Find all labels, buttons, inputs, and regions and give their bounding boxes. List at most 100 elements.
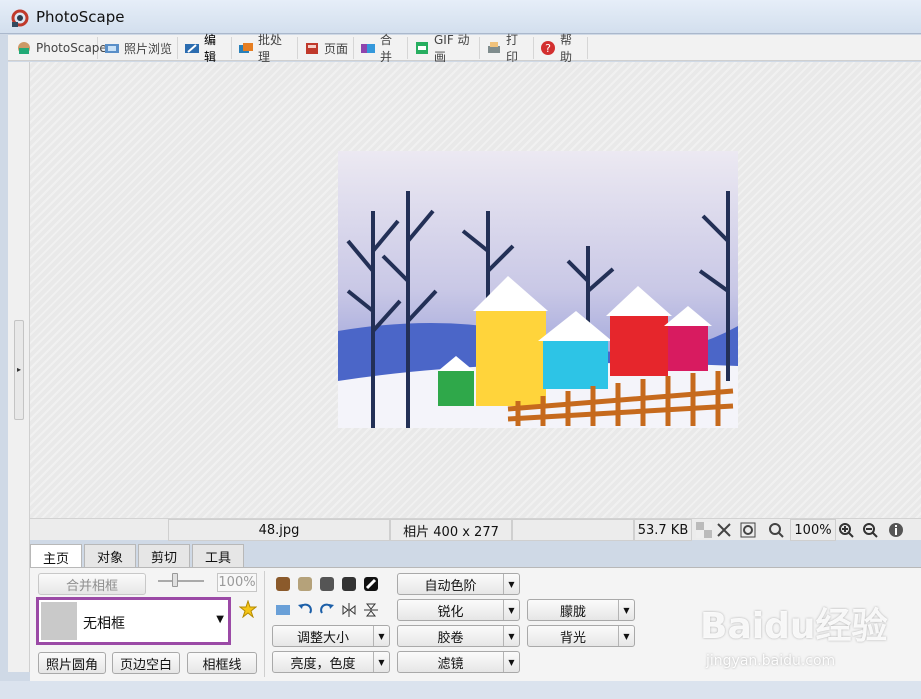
round-corner-button[interactable]: 照片圆角 bbox=[38, 652, 106, 674]
frame-preview-swatch bbox=[41, 602, 77, 640]
menu-label: 帮助 bbox=[560, 33, 573, 64]
zoom-level: 100% bbox=[790, 519, 836, 541]
svg-text:?: ? bbox=[545, 42, 551, 55]
transparency-checker-icon[interactable] bbox=[696, 522, 712, 538]
fit-screen-icon[interactable] bbox=[716, 522, 732, 538]
gif-icon bbox=[414, 40, 430, 56]
chevron-down-icon: ▼ bbox=[618, 626, 634, 646]
chevron-down-icon: ▼ bbox=[618, 600, 634, 620]
expand-arrow-icon: ▸ bbox=[17, 365, 22, 374]
status-filename: 48.jpg bbox=[168, 519, 390, 541]
help-icon: ? bbox=[540, 40, 556, 56]
sharpen-dropdown[interactable]: 锐化 ▼ bbox=[397, 599, 520, 621]
menu-label: PhotoScape bbox=[36, 41, 107, 55]
menu-label: 打印 bbox=[506, 33, 519, 64]
filter-label: 滤镜 bbox=[437, 656, 464, 672]
menu-item-photoscape[interactable]: PhotoScape bbox=[12, 37, 107, 59]
chevron-down-icon: ▼ bbox=[373, 652, 389, 672]
photoscape-logo-icon bbox=[11, 9, 29, 27]
actual-size-icon[interactable] bbox=[740, 522, 756, 538]
flip-tool-icon[interactable] bbox=[274, 601, 292, 619]
menu-label: GIF 动画 bbox=[434, 33, 470, 64]
frame-line-button[interactable]: 相框线 bbox=[187, 652, 257, 674]
watermark-url: jingyan.baidu.com bbox=[706, 653, 836, 669]
combine-icon bbox=[360, 40, 376, 56]
negative-icon[interactable] bbox=[362, 575, 380, 593]
filter-dropdown[interactable]: 滤镜 ▼ bbox=[397, 651, 520, 673]
resize-label: 调整大小 bbox=[296, 630, 349, 646]
zoom-out-icon[interactable] bbox=[862, 522, 878, 538]
merge-frame-button[interactable]: 合并相框 bbox=[38, 573, 146, 595]
backlight-label: 背光 bbox=[559, 630, 586, 646]
flip-vertical-icon[interactable] bbox=[362, 601, 380, 619]
menu-item-viewer[interactable]: 照片浏览 bbox=[100, 37, 178, 59]
brightness-dropdown[interactable]: 亮度，色度 ▼ bbox=[272, 651, 390, 673]
chevron-down-icon: ▼ bbox=[503, 626, 519, 646]
watermark-brand: Baidu经验 bbox=[700, 606, 888, 647]
chevron-down-icon: ▼ bbox=[216, 614, 224, 625]
tab-crop[interactable]: 剪切 bbox=[138, 544, 190, 568]
batch-icon bbox=[238, 40, 254, 56]
blur-label: 朦胧 bbox=[559, 604, 586, 620]
info-icon[interactable] bbox=[888, 522, 904, 538]
zoom-in-icon[interactable] bbox=[838, 522, 854, 538]
sepia-tone-icon[interactable] bbox=[274, 575, 292, 593]
frame-opacity-value: 100% bbox=[217, 573, 257, 592]
status-empty bbox=[512, 519, 634, 541]
brightness-label: 亮度，色度 bbox=[290, 656, 356, 672]
film-label: 胶卷 bbox=[437, 630, 464, 646]
chevron-down-icon: ▼ bbox=[373, 626, 389, 646]
panel-divider bbox=[264, 571, 265, 677]
margin-button[interactable]: 页边空白 bbox=[112, 652, 180, 674]
auto-level-dropdown[interactable]: 自动色阶 ▼ bbox=[397, 573, 520, 595]
menu-item-combine[interactable]: 合并 bbox=[356, 33, 408, 64]
chevron-down-icon: ▼ bbox=[503, 574, 519, 594]
sharpen-label: 锐化 bbox=[437, 604, 464, 620]
tab-home[interactable]: 主页 bbox=[30, 544, 82, 569]
menu-label: 页面 bbox=[324, 41, 349, 56]
main-menu-bar: PhotoScape 照片浏览 编辑 批处理 页面 合并 GIF 动画 打印 ?… bbox=[8, 33, 921, 64]
tab-tools[interactable]: 工具 bbox=[192, 544, 244, 568]
sidebar-toggle-handle[interactable]: ▸ bbox=[14, 320, 24, 420]
rotate-left-icon[interactable] bbox=[296, 601, 314, 619]
menu-label: 合并 bbox=[380, 33, 393, 64]
favorite-star-icon[interactable] bbox=[239, 600, 257, 618]
auto-level-label: 自动色阶 bbox=[424, 578, 477, 594]
chevron-down-icon: ▼ bbox=[503, 652, 519, 672]
menu-item-help[interactable]: ? 帮助 bbox=[536, 33, 588, 64]
dark-gray-icon[interactable] bbox=[340, 575, 358, 593]
resize-dropdown[interactable]: 调整大小 ▼ bbox=[272, 625, 390, 647]
viewer-icon bbox=[104, 40, 120, 56]
frame-opacity-slider-thumb[interactable] bbox=[172, 573, 178, 587]
flip-horizontal-icon[interactable] bbox=[340, 601, 358, 619]
film-dropdown[interactable]: 胶卷 ▼ bbox=[397, 625, 520, 647]
menu-label: 批处理 bbox=[258, 33, 283, 64]
backlight-dropdown[interactable]: 背光 ▼ bbox=[527, 625, 635, 647]
chevron-down-icon: ▼ bbox=[503, 600, 519, 620]
blur-dropdown[interactable]: 朦胧 ▼ bbox=[527, 599, 635, 621]
frame-dropdown[interactable]: 无相框 ▼ bbox=[36, 597, 231, 645]
menu-item-batch[interactable]: 批处理 bbox=[234, 33, 298, 64]
rotate-right-icon[interactable] bbox=[318, 601, 336, 619]
tab-object[interactable]: 对象 bbox=[84, 544, 136, 568]
status-bar: 48.jpg 相片 400 x 277 53.7 KB 100% bbox=[30, 518, 921, 541]
photoscape-icon bbox=[16, 40, 32, 56]
menu-label: 编辑 bbox=[204, 33, 217, 64]
print-icon bbox=[486, 40, 502, 56]
grayscale-icon[interactable] bbox=[318, 575, 336, 593]
status-filesize: 53.7 KB bbox=[634, 519, 692, 541]
light-sepia-icon[interactable] bbox=[296, 575, 314, 593]
menu-item-gif[interactable]: GIF 动画 bbox=[410, 33, 480, 64]
zoom-fit-icon[interactable] bbox=[768, 522, 784, 538]
menu-item-page[interactable]: 页面 bbox=[300, 37, 354, 59]
title-bar: PhotoScape bbox=[0, 0, 921, 34]
photo-preview[interactable] bbox=[338, 151, 738, 428]
editor-icon bbox=[184, 40, 200, 56]
page-icon bbox=[304, 40, 320, 56]
frame-opacity-slider-track[interactable] bbox=[158, 580, 204, 582]
window-title: PhotoScape bbox=[36, 8, 125, 26]
menu-item-print[interactable]: 打印 bbox=[482, 33, 534, 64]
frame-selected-value: 无相框 bbox=[83, 616, 125, 632]
menu-item-editor[interactable]: 编辑 bbox=[180, 33, 232, 64]
status-dimensions: 相片 400 x 277 bbox=[390, 519, 512, 541]
